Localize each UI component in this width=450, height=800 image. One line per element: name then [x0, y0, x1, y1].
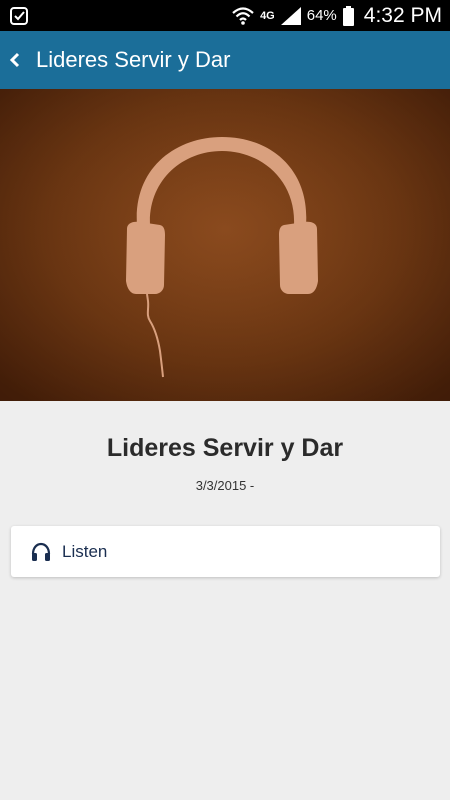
wifi-icon — [232, 6, 254, 25]
network-type: 4G — [260, 9, 275, 22]
app-bar: Lideres Servir y Dar — [0, 31, 450, 89]
hero-image — [0, 89, 450, 401]
clock: 4:32 PM — [363, 3, 442, 27]
listen-button[interactable]: Listen — [11, 526, 440, 577]
content-title: Lideres Servir y Dar — [106, 434, 344, 462]
signal-icon — [280, 6, 301, 25]
check-icon — [10, 7, 28, 25]
headphones-icon — [31, 542, 51, 561]
content-date: 3/3/2015 - — [195, 478, 255, 493]
page-title: Lideres Servir y Dar — [36, 47, 231, 72]
status-bar: 4G 64% 4:32 PM — [0, 0, 450, 31]
back-button[interactable] — [0, 31, 30, 89]
battery-icon — [342, 5, 354, 26]
listen-label: Listen — [62, 541, 108, 561]
battery-percent: 64% — [306, 7, 337, 24]
headphones-icon — [0, 89, 450, 401]
chevron-left-icon — [9, 52, 20, 68]
